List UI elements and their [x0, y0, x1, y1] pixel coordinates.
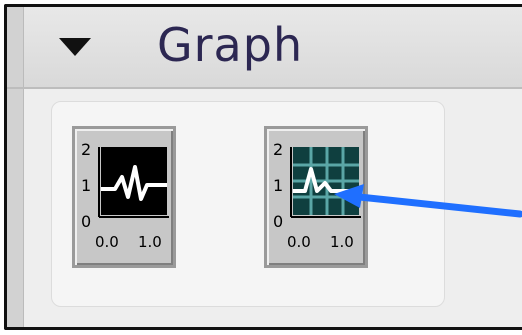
y-tick-0: 0: [273, 212, 283, 231]
x-tick-0: 0.0: [287, 233, 311, 251]
window-edge: [7, 7, 24, 87]
palette-content: 2 1 0 0.0 1.0 2 1 0 0.0 1.0: [7, 89, 522, 327]
x-tick-0: 0.0: [95, 233, 119, 251]
plot-area: [101, 147, 167, 215]
y-tick-2: 2: [273, 140, 283, 159]
y-tick-2: 2: [81, 140, 91, 159]
collapse-triangle-icon[interactable]: [59, 38, 91, 56]
palette-item-panel: 2 1 0 0.0 1.0 2 1 0 0.0 1.0: [51, 101, 445, 307]
waveform-graph-icon: 2 1 0 0.0 1.0: [81, 140, 169, 251]
y-tick-1: 1: [273, 176, 283, 195]
waveform-graph-item[interactable]: 2 1 0 0.0 1.0: [72, 126, 176, 268]
x-tick-1: 1.0: [138, 233, 162, 251]
content-edge: [7, 89, 24, 327]
waveform-graph-grid-item[interactable]: 2 1 0 0.0 1.0: [264, 126, 368, 268]
waveform-graph-grid-icon: 2 1 0 0.0 1.0: [273, 140, 361, 251]
graph-palette-window: Graph 2 1 0 0.0 1.0 2 1 0 0.0 1.0: [4, 4, 522, 330]
x-tick-1: 1.0: [330, 233, 354, 251]
y-tick-1: 1: [81, 176, 91, 195]
palette-header[interactable]: Graph: [7, 7, 522, 89]
palette-title: Graph: [157, 18, 304, 72]
y-tick-0: 0: [81, 212, 91, 231]
